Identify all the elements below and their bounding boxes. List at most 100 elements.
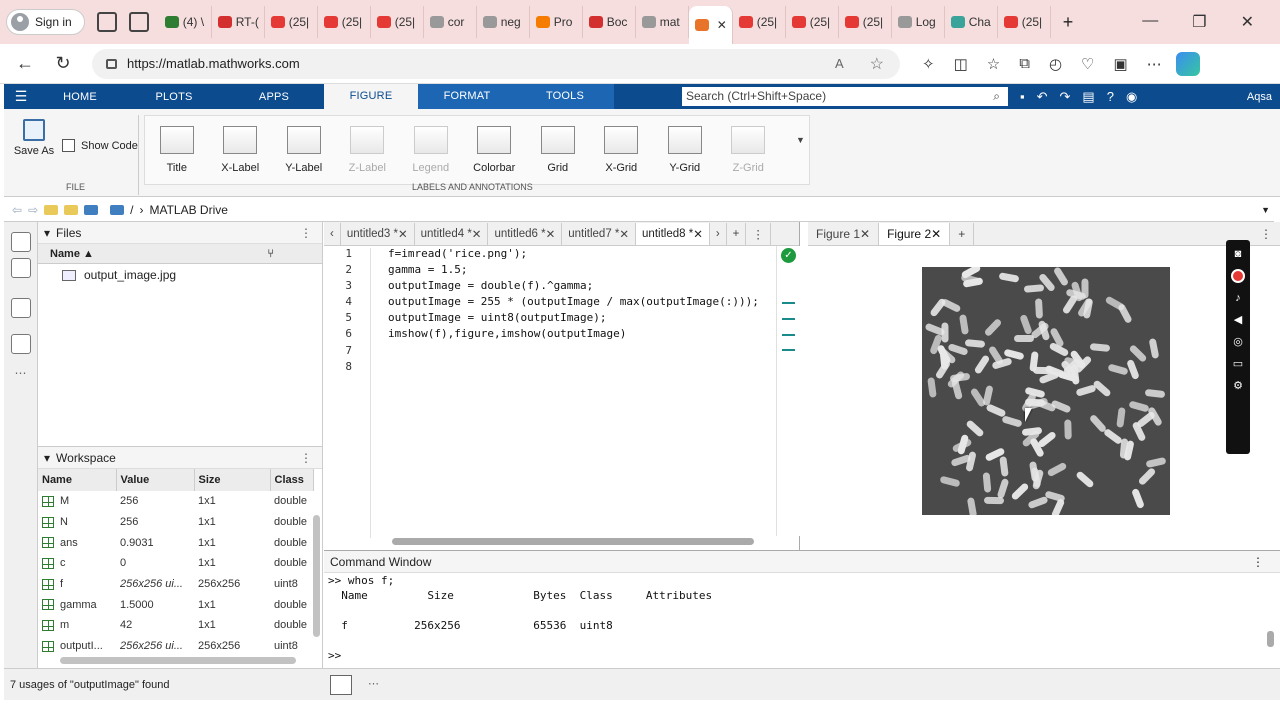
matlab-search-input[interactable]: Search (Ctrl+Shift+Space) [682, 87, 1008, 106]
browser-tab[interactable]: (4) \ [159, 6, 212, 38]
ws-col-value[interactable]: Value [116, 469, 195, 491]
collections-toolbar-icon[interactable]: ⧉ [1019, 55, 1030, 73]
layout-icon[interactable]: ▤ [1082, 89, 1094, 105]
close-tab-icon[interactable]: ✕ [619, 227, 629, 241]
save-icon[interactable]: ▪ [1020, 89, 1025, 105]
gallery-expand-icon[interactable]: ▼ [796, 135, 805, 145]
collections-icon[interactable] [96, 12, 117, 32]
tab-tools[interactable]: TOOLS [516, 84, 614, 109]
browser-tab[interactable]: (25| [371, 6, 424, 38]
tab-actions-icon[interactable] [128, 12, 149, 32]
performance-icon[interactable]: ♡ [1081, 55, 1094, 73]
tabs-scroll-right-icon[interactable]: › [710, 223, 727, 245]
workspace-menu-icon[interactable]: ⋮ [300, 451, 312, 465]
window-icon[interactable]: ▭ [1233, 357, 1243, 370]
back-folder-icon[interactable]: ⇦ [12, 203, 22, 217]
screenshot-icon[interactable]: ▣ [1113, 55, 1127, 73]
git-icon[interactable]: ⑂ [267, 248, 274, 260]
ribbon-colorbar-button[interactable]: Colorbar [463, 116, 527, 184]
command-output[interactable]: >> whos f; Name Size Bytes Class Attribu… [324, 573, 1280, 663]
table-row[interactable]: ans 0.9031 1x1 double [38, 532, 314, 553]
close-tab-icon[interactable]: ✕ [931, 227, 941, 241]
browser-tab[interactable]: (25| [733, 6, 786, 38]
extensions-icon[interactable]: ✧ [922, 55, 935, 73]
browser-tab[interactable]: (25| [786, 6, 839, 38]
code-line[interactable]: outputImage = 255 * (outputImage / max(o… [388, 294, 759, 310]
close-tab-icon[interactable]: ✕ [546, 227, 556, 241]
ribbon-title-button[interactable]: Title [145, 116, 209, 184]
table-row[interactable]: f 256x256 ui... 256x256 uint8 [38, 574, 314, 595]
ws-col-class[interactable]: Class [270, 469, 314, 491]
inspector-icon[interactable] [10, 334, 31, 354]
tab-plots[interactable]: PLOTS [142, 91, 206, 103]
browser-tab[interactable]: mat [636, 6, 689, 38]
command-window-menu-icon[interactable]: ⋮ [1252, 551, 1264, 573]
browser-tab[interactable]: Log [892, 6, 945, 38]
browser-tab[interactable]: cor [424, 6, 477, 38]
path-root[interactable]: / [130, 203, 133, 217]
browser-tab[interactable]: (25| [839, 6, 892, 38]
figure-tab[interactable]: Figure 1 ✕ [808, 223, 880, 245]
ribbon-z-grid-button[interactable]: Z-Grid [717, 116, 781, 184]
browser-tab[interactable]: ✕ [688, 6, 733, 44]
analyzer-marker[interactable] [782, 349, 795, 351]
browser-tab[interactable]: Boc [583, 6, 636, 38]
table-row[interactable]: m 42 1x1 double [38, 615, 314, 636]
ws-col-size[interactable]: Size [194, 469, 271, 491]
browser-tab[interactable]: (25| [265, 6, 318, 38]
close-tab-icon[interactable]: ✕ [472, 227, 482, 241]
analyzer-marker[interactable] [782, 302, 795, 304]
tab-apps[interactable]: APPS [242, 91, 306, 103]
help-icon[interactable]: ? [1107, 89, 1114, 105]
camera-icon[interactable]: ◙ [1235, 248, 1242, 260]
figure-menu-icon[interactable]: ⋮ [1252, 223, 1280, 245]
analyzer-marker[interactable] [782, 334, 795, 336]
record-icon[interactable] [1231, 269, 1245, 283]
new-tab-icon[interactable]: + [1063, 12, 1074, 33]
ribbon-x-grid-button[interactable]: X-Grid [590, 116, 654, 184]
editor-tab[interactable]: untitled3 * ✕ [341, 223, 415, 245]
browser-tab[interactable]: Cha [945, 6, 998, 38]
undo-icon[interactable]: ↶ [1037, 89, 1048, 105]
history-icon[interactable]: ◴ [1049, 55, 1062, 73]
analyzer-marker[interactable] [782, 318, 795, 320]
more-icon[interactable]: ⋯ [1147, 55, 1162, 73]
figure-tab[interactable]: Figure 2 ✕ [879, 223, 951, 245]
table-row[interactable]: M 256 1x1 double [38, 491, 314, 512]
code-line[interactable]: gamma = 1.5; [388, 262, 759, 278]
table-row[interactable]: c 0 1x1 double [38, 553, 314, 574]
name-column[interactable]: Name ▲ [50, 248, 94, 260]
forward-folder-icon[interactable]: ⇨ [28, 203, 38, 217]
status-more-icon[interactable]: ⋯ [368, 677, 379, 690]
browser-tab[interactable]: RT-( [212, 6, 265, 38]
hamburger-menu-icon[interactable]: ☰ [4, 88, 38, 105]
show-code-checkbox[interactable]: Show Code [62, 139, 138, 152]
back-icon[interactable]: ← [12, 53, 38, 74]
ribbon-z-label-button[interactable]: Z-Label [336, 116, 400, 184]
ribbon-grid-button[interactable]: Grid [526, 116, 590, 184]
workspace-horizontal-scrollbar[interactable] [60, 657, 296, 664]
tab-figure[interactable]: FIGURE [324, 84, 418, 109]
new-tab-icon[interactable]: + [727, 223, 747, 245]
ws-col-name[interactable]: Name [38, 469, 117, 491]
close-tab-icon[interactable]: ✕ [398, 227, 408, 241]
tabs-scroll-left-icon[interactable]: ‹ [324, 223, 341, 245]
close-window-icon[interactable]: ✕ [1241, 12, 1254, 32]
new-figure-icon[interactable]: + [950, 223, 975, 245]
browser-tab[interactable]: (25| [318, 6, 371, 38]
speaker-icon[interactable]: ◀ [1234, 313, 1242, 326]
close-tab-icon[interactable]: ✕ [693, 227, 703, 241]
code-line[interactable]: imshow(f),figure,imshow(outputImage) [388, 326, 759, 342]
code-line[interactable] [388, 359, 759, 375]
collapse-icon[interactable]: ▾ [44, 226, 50, 240]
save-as-button[interactable]: Save As [12, 119, 56, 157]
refresh-icon[interactable]: ↻ [50, 53, 76, 74]
favorites-icon[interactable]: ☆ [987, 55, 1000, 73]
command-history-icon[interactable] [330, 675, 352, 695]
files-menu-icon[interactable]: ⋮ [300, 226, 312, 240]
up-folder-icon[interactable] [44, 204, 59, 215]
ribbon-x-label-button[interactable]: X-Label [209, 116, 273, 184]
minimize-icon[interactable]: — [1142, 12, 1158, 32]
editor-tab[interactable]: untitled8 * ✕ [636, 223, 710, 245]
code-line[interactable]: f=imread('rice.png'); [388, 246, 759, 262]
